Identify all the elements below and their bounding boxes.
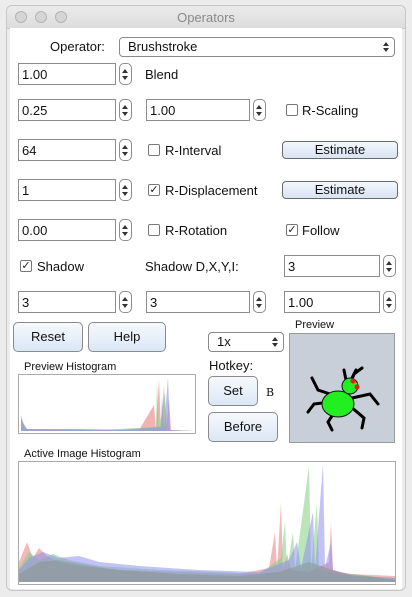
operator-select[interactable]: Brushstroke [119, 37, 395, 57]
r-displacement-checkbox[interactable]: ✓ [148, 184, 160, 196]
param-b-field[interactable]: 1.00 [146, 99, 250, 121]
shadow-d-stepper[interactable] [383, 255, 396, 277]
preview-histogram-graph [21, 377, 194, 431]
blend-field[interactable]: 1.00 [18, 63, 116, 85]
r-interval-label: R-Interval [165, 143, 222, 158]
shadow-i-stepper[interactable] [383, 291, 396, 313]
follow-checkbox[interactable]: ✓ [286, 224, 298, 236]
shadow-y-field[interactable]: 3 [146, 291, 250, 313]
shadow-checkbox[interactable]: ✓ [20, 260, 32, 272]
preview-label: Preview [295, 319, 335, 331]
reset-button[interactable]: Reset [13, 322, 83, 352]
shadow-label: Shadow [37, 259, 84, 274]
displacement-stepper[interactable] [119, 179, 132, 201]
displacement-field[interactable]: 1 [18, 179, 116, 201]
preview-image [289, 333, 395, 443]
help-button[interactable]: Help [88, 322, 166, 352]
updown-arrows-icon [272, 337, 278, 347]
estimate-displacement-button[interactable]: Estimate [282, 181, 398, 199]
r-rotation-label: R-Rotation [165, 223, 228, 238]
operators-panel: Operator: Brushstroke 1.00 Blend 0.25 1.… [10, 28, 402, 589]
updown-arrows-icon [383, 42, 389, 52]
param-a-field[interactable]: 0.25 [18, 99, 116, 121]
param-a-stepper[interactable] [119, 99, 132, 121]
param-b-stepper[interactable] [253, 99, 266, 121]
operator-label: Operator: [50, 39, 105, 54]
hotkey-label: Hotkey: [209, 358, 254, 373]
active-image-histogram [18, 461, 396, 585]
rotation-field[interactable]: 0.00 [18, 219, 116, 241]
r-scaling-checkbox[interactable] [286, 104, 298, 116]
zoom-select[interactable]: 1x [208, 332, 284, 352]
shadow-i-field[interactable]: 1.00 [284, 291, 380, 313]
preview-histogram-label: Preview Histogram [24, 361, 117, 373]
zoom-value: 1x [217, 334, 231, 349]
operator-value: Brushstroke [128, 39, 198, 54]
follow-label: Follow [302, 223, 340, 238]
blend-label: Blend [145, 67, 179, 82]
before-button[interactable]: Before [208, 412, 278, 442]
blend-stepper[interactable] [119, 63, 132, 85]
window-title: Operators [177, 10, 235, 25]
interval-field[interactable]: 64 [18, 139, 116, 161]
r-scaling-label: R-Scaling [302, 103, 359, 118]
title-bar: Operators [7, 6, 405, 29]
interval-stepper[interactable] [119, 139, 132, 161]
operators-window: Operators Operator: Brushstroke 1.00 Ble… [6, 5, 406, 591]
r-displacement-label: R-Displacement [165, 183, 258, 198]
active-histogram-graph [19, 464, 395, 582]
shadow-d-field[interactable]: 3 [284, 255, 380, 277]
shadow-y-stepper[interactable] [253, 291, 266, 313]
preview-histogram [18, 374, 196, 434]
set-hotkey-button[interactable]: Set [208, 376, 258, 406]
hotkey-key: B [266, 386, 275, 399]
r-interval-checkbox[interactable] [148, 144, 160, 156]
shadow-x-stepper[interactable] [119, 291, 132, 313]
shadow-dxyi-label: Shadow D,X,Y,I: [145, 259, 239, 274]
active-histogram-label: Active Image Histogram [24, 448, 141, 460]
shadow-x-field[interactable]: 3 [18, 291, 116, 313]
estimate-interval-button[interactable]: Estimate [282, 141, 398, 159]
rotation-stepper[interactable] [119, 219, 132, 241]
r-rotation-checkbox[interactable] [148, 224, 160, 236]
bug-icon [306, 366, 380, 432]
